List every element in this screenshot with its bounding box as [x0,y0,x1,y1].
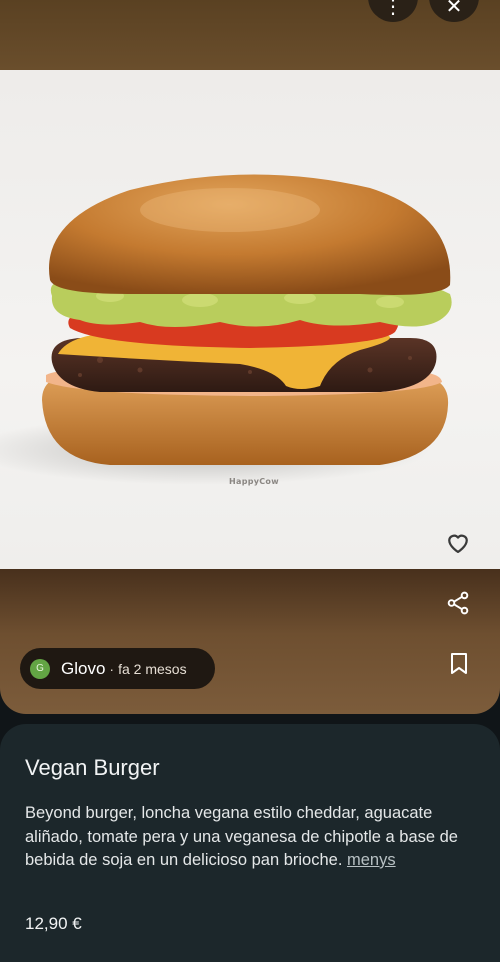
more-options-button[interactable]: ⋮ [368,0,418,22]
bookmark-icon [451,653,467,674]
more-vertical-icon: ⋮ [383,0,403,18]
source-separator: · [109,660,115,677]
photo-watermark: HappyCow [229,477,279,486]
item-description: Beyond burger, loncha vegana estilo ched… [25,802,480,873]
item-price: 12,90 € [25,914,82,933]
top-bar: ⋮ ✕ [0,0,500,70]
food-photo[interactable]: HappyCow [0,70,500,569]
item-title: Vegan Burger [25,755,160,780]
glovo-logo-icon: G [30,658,50,679]
share-icon [447,591,469,615]
source-chip[interactable]: G Glovo · fa 2 mesos [20,648,215,689]
favorite-button[interactable] [444,528,472,556]
photo-footer-panel [0,569,500,714]
share-button[interactable] [445,590,471,616]
source-time: fa 2 mesos [118,660,187,677]
show-less-link[interactable]: menys [347,851,396,869]
heart-icon [448,534,468,554]
close-icon: ✕ [445,0,463,18]
source-name: Glovo [61,658,106,678]
bookmark-button[interactable] [449,652,469,676]
close-button[interactable]: ✕ [429,0,479,22]
burger-illustration [0,174,452,485]
